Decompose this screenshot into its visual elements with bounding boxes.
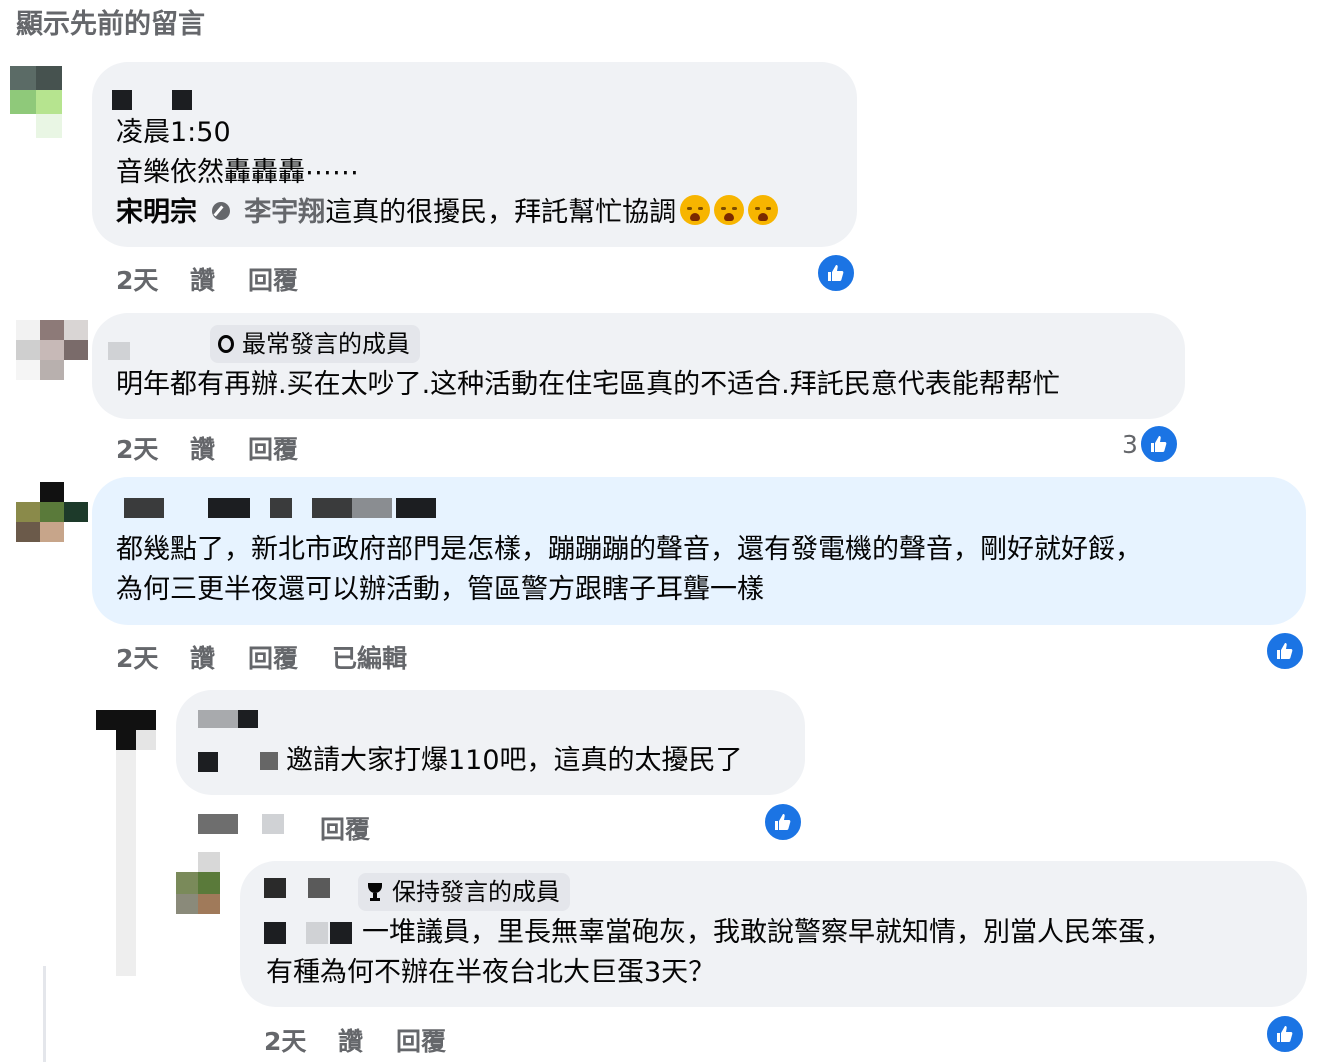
like-button[interactable]: 讚 — [190, 430, 215, 466]
thread-line — [43, 966, 46, 1062]
crying-emoji-icon — [748, 195, 779, 225]
author-name[interactable] — [198, 710, 238, 728]
comment-tail-text: 這真的很擾民，拜託幫忙協調 — [325, 197, 677, 228]
author-name[interactable] — [352, 498, 392, 518]
author-name[interactable] — [198, 814, 238, 834]
like-button[interactable]: 讚 — [338, 1022, 363, 1058]
author-name[interactable] — [112, 90, 132, 110]
author-name[interactable] — [262, 814, 284, 834]
reply-button[interactable]: 回覆 — [396, 1022, 446, 1058]
comment-text: 凌晨1:50 — [116, 117, 231, 148]
crying-emoji-icon — [680, 195, 711, 225]
member-badge[interactable]: 保持發言的成員 — [358, 873, 570, 911]
author-name[interactable] — [264, 922, 286, 944]
author-name[interactable] — [306, 922, 328, 944]
crying-emoji-icon — [714, 195, 745, 225]
avatar[interactable] — [96, 710, 156, 750]
member-badge[interactable]: 最常發言的成員 — [210, 325, 420, 363]
avatar[interactable] — [176, 852, 220, 914]
comment-text: 宋明宗 李宇翔這真的很擾民，拜託幫忙協調 — [116, 193, 779, 233]
author-name[interactable] — [270, 498, 292, 518]
author-name[interactable] — [172, 90, 192, 110]
like-reaction-icon[interactable] — [1265, 631, 1305, 671]
author-name[interactable] — [260, 752, 278, 770]
comment-text: 一堆議員，里長無辜當砲灰，我敢說警察早就知情，別當人民笨蛋， — [362, 917, 1172, 948]
edited-label[interactable]: 已編輯 — [332, 639, 407, 675]
comment-text: 邀請大家打爆110吧，這真的太擾民了 — [286, 745, 743, 776]
verified-icon — [211, 202, 230, 220]
badge-label: 保持發言的成員 — [392, 878, 560, 906]
author-name[interactable] — [238, 710, 258, 728]
show-previous-comments-link[interactable]: 顯示先前的留言 — [16, 2, 205, 41]
comment-text: 有種為何不辦在半夜台北大巨蛋3天？ — [266, 957, 716, 988]
author-name[interactable] — [198, 752, 218, 772]
trophy-icon — [366, 883, 384, 901]
like-reaction-icon[interactable] — [1139, 424, 1179, 464]
author-name[interactable] — [124, 498, 164, 518]
comment-text: 明年都有再辦.买在太吵了.这种活動在住宅區真的不适合.拜託民意代表能帮帮忙 — [116, 369, 1060, 400]
comment-text: 都幾點了，新北市政府部門是怎樣，蹦蹦蹦的聲音，還有發電機的聲音，剛好就好餒， — [116, 534, 1142, 565]
author-name[interactable] — [308, 878, 330, 898]
author-name[interactable] — [208, 498, 250, 518]
comment-time[interactable]: 2天 — [116, 639, 158, 675]
author-name[interactable] — [330, 922, 352, 944]
reply-button[interactable]: 回覆 — [248, 430, 298, 466]
tag-link[interactable]: 李宇翔 — [244, 197, 325, 228]
thread-line — [116, 740, 136, 976]
comment-time[interactable]: 2天 — [116, 261, 158, 297]
like-count[interactable]: 3 — [1122, 430, 1138, 459]
author-name[interactable] — [264, 878, 286, 898]
like-reaction-icon[interactable] — [1265, 1014, 1305, 1054]
reply-button[interactable]: 回覆 — [320, 810, 370, 846]
reply-button[interactable]: 回覆 — [248, 639, 298, 675]
reply-button[interactable]: 回覆 — [248, 261, 298, 297]
author-name[interactable] — [312, 498, 352, 518]
award-icon — [218, 335, 234, 353]
author-name[interactable] — [108, 342, 130, 360]
like-button[interactable]: 讚 — [190, 639, 215, 675]
comment-text: 為何三更半夜還可以辦活動，管區警方跟瞎子耳聾一樣 — [116, 574, 764, 605]
mention-link[interactable]: 宋明宗 — [116, 197, 197, 228]
badge-label: 最常發言的成員 — [242, 330, 410, 358]
comment-text: 音樂依然轟轟轟⋯⋯ — [116, 157, 359, 188]
avatar[interactable] — [16, 320, 88, 380]
like-reaction-icon[interactable] — [816, 253, 856, 293]
author-name[interactable] — [396, 498, 436, 518]
like-reaction-icon[interactable] — [763, 802, 803, 842]
comment-time[interactable]: 2天 — [116, 430, 158, 466]
like-button[interactable]: 讚 — [190, 261, 215, 297]
avatar[interactable] — [16, 482, 88, 542]
avatar[interactable] — [10, 66, 62, 138]
comment-time[interactable]: 2天 — [264, 1022, 306, 1058]
